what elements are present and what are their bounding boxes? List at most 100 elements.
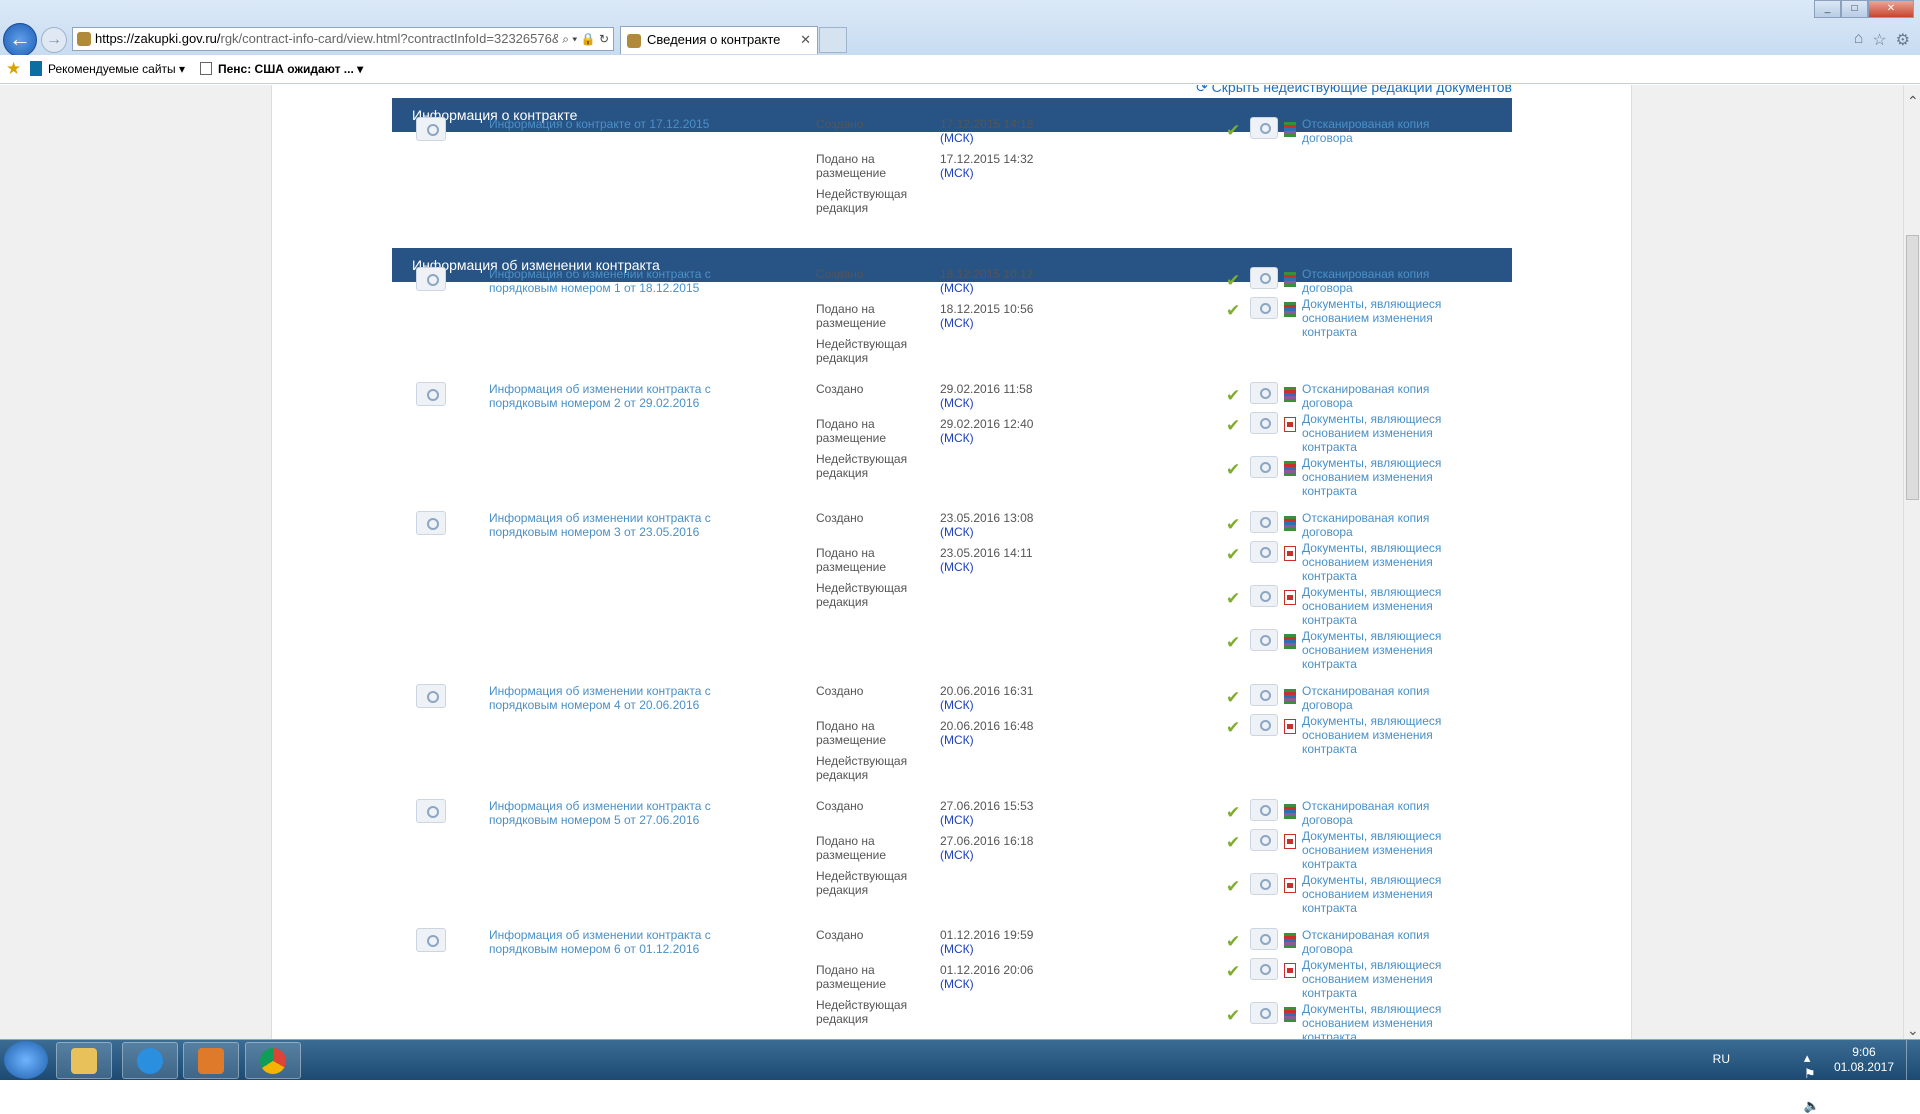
signature-icon[interactable]: [1250, 958, 1278, 980]
record-meta-labels: Создано Подано на размещение Недействующая…: [816, 382, 921, 487]
record-title-link[interactable]: Информация об изменении контракта с поря…: [489, 928, 729, 956]
minimize-button[interactable]: _: [1814, 0, 1841, 18]
signature-icon[interactable]: [1250, 412, 1278, 434]
created-datetime: 20.06.2016 16:31 (МСК): [940, 684, 1090, 719]
created-label: Создано: [816, 267, 864, 281]
maximize-button[interactable]: □: [1841, 0, 1868, 18]
record-title-link[interactable]: Информация об изменении контракта с поря…: [489, 799, 729, 827]
document-link[interactable]: Документы, являющиеся основанием изменен…: [1302, 297, 1452, 339]
timezone-msk: (МСК): [940, 848, 974, 862]
signature-icon[interactable]: [1250, 267, 1278, 289]
document-link[interactable]: Документы, являющиеся основанием изменен…: [1302, 873, 1452, 915]
document-link[interactable]: Документы, являющиеся основанием изменен…: [1302, 958, 1452, 1000]
tab-contract-info[interactable]: Сведения о контракте ✕: [620, 26, 818, 54]
document-link[interactable]: Документы, являющиеся основанием изменен…: [1302, 629, 1452, 671]
signature-icon[interactable]: [1250, 297, 1278, 319]
document-link[interactable]: Отсканированая копия договора: [1302, 382, 1452, 410]
taskbar-ie[interactable]: [122, 1042, 178, 1079]
settings-gear-icon[interactable]: ⚙: [1896, 30, 1910, 50]
created-label: Создано: [816, 511, 864, 525]
document-link[interactable]: Документы, являющиеся основанием изменен…: [1302, 541, 1452, 583]
archive-file-icon: [1284, 461, 1296, 476]
record-title-link[interactable]: Информация о контракте от 17.12.2015: [489, 117, 729, 131]
archive-file-icon: [1284, 689, 1296, 704]
signature-icon[interactable]: [1250, 714, 1278, 736]
record-seal-icon[interactable]: [416, 267, 446, 291]
record-title-link[interactable]: Информация об изменении контракта с поря…: [489, 382, 729, 410]
signature-icon[interactable]: [1250, 382, 1278, 404]
address-tools-icons[interactable]: ⌕ ▾ 🔒 ↻: [558, 28, 609, 50]
favorites-star-icon[interactable]: ★: [6, 55, 21, 83]
document-link[interactable]: Отсканированая копия договора: [1302, 928, 1452, 956]
page-icon: [200, 62, 212, 75]
timezone-msk: (МСК): [940, 560, 974, 574]
close-window-button[interactable]: ✕: [1868, 0, 1914, 18]
language-indicator[interactable]: RU: [1713, 1052, 1730, 1066]
document-link[interactable]: Документы, являющиеся основанием изменен…: [1302, 412, 1452, 454]
tray-icons[interactable]: ▴ ⚑ ▭ 🔈: [1804, 1050, 1820, 1114]
record-seal-icon[interactable]: [416, 511, 446, 535]
document-link[interactable]: Документы, являющиеся основанием изменен…: [1302, 829, 1452, 871]
record-seal-icon[interactable]: [416, 684, 446, 708]
document-link[interactable]: Отсканированая копия договора: [1302, 267, 1452, 295]
record-title-link[interactable]: Информация об изменении контракта с поря…: [489, 267, 729, 295]
document-link[interactable]: Документы, являющиеся основанием изменен…: [1302, 1002, 1452, 1039]
taskbar-chrome[interactable]: [245, 1042, 301, 1079]
show-desktop-button[interactable]: [1906, 1040, 1920, 1081]
signature-icon[interactable]: [1250, 829, 1278, 851]
signature-icon[interactable]: [1250, 541, 1278, 563]
scroll-up-icon[interactable]: ⌃: [1907, 93, 1919, 110]
page-scrollbar[interactable]: ⌃ ⌄: [1903, 85, 1920, 1039]
record-seal-icon[interactable]: [416, 928, 446, 952]
clock[interactable]: 9:06 01.08.2017: [1834, 1045, 1894, 1075]
signature-icon[interactable]: [1250, 511, 1278, 533]
record-meta-labels: Создано Подано на размещение Недействующая…: [816, 928, 921, 1033]
created-datetime: 17.12.2015 14:18 (МСК): [940, 117, 1090, 152]
signature-icon[interactable]: [1250, 928, 1278, 950]
signed-check-icon: ✔: [1226, 301, 1241, 320]
record-seal-icon[interactable]: [416, 799, 446, 823]
back-button[interactable]: ←: [3, 23, 37, 57]
signature-icon[interactable]: [1250, 117, 1278, 139]
signature-icon[interactable]: [1250, 799, 1278, 821]
signature-icon[interactable]: [1250, 456, 1278, 478]
document-link[interactable]: Документы, являющиеся основанием изменен…: [1302, 456, 1452, 498]
start-button[interactable]: [4, 1041, 48, 1079]
document-link[interactable]: Отсканированая копия договора: [1302, 511, 1452, 539]
document-link[interactable]: Отсканированая копия договора: [1302, 799, 1452, 827]
tab-close-icon[interactable]: ✕: [800, 27, 811, 53]
taskbar-media[interactable]: [183, 1042, 239, 1079]
signature-icon[interactable]: [1250, 585, 1278, 607]
attached-document: ✔ Документы, являющиеся основанием измене…: [1226, 412, 1526, 454]
document-link[interactable]: Документы, являющиеся основанием изменен…: [1302, 585, 1452, 627]
scroll-down-icon[interactable]: ⌄: [1907, 1022, 1919, 1039]
new-tab-button[interactable]: [819, 27, 847, 53]
forward-button[interactable]: →: [41, 27, 67, 53]
favorites-star-icon[interactable]: ☆: [1872, 30, 1886, 50]
taskbar-explorer[interactable]: [56, 1042, 112, 1079]
signature-icon[interactable]: [1250, 684, 1278, 706]
created-date: 17.12.2015 14:18: [940, 117, 1034, 131]
favorite-recommended-sites[interactable]: Рекомендуемые сайты ▾: [30, 55, 185, 83]
home-icon[interactable]: ⌂: [1854, 30, 1864, 50]
address-bar[interactable]: https://zakupki.gov.ru/rgk/contract-info…: [72, 27, 614, 51]
page-viewport: ⟳ Скрыть недействующие редакции документ…: [0, 85, 1920, 1039]
document-link[interactable]: Отсканированая копия договора: [1302, 684, 1452, 712]
timezone-msk: (МСК): [940, 131, 974, 145]
hide-inactive-link[interactable]: ⟳ Скрыть недействующие редакции документ…: [1196, 85, 1512, 96]
record-title-link[interactable]: Информация об изменении контракта с поря…: [489, 684, 729, 712]
signature-icon[interactable]: [1250, 1002, 1278, 1024]
record-seal-icon[interactable]: [416, 382, 446, 406]
tab-favicon-icon: [627, 34, 641, 48]
scroll-thumb[interactable]: [1906, 235, 1919, 500]
archive-file-icon: [1284, 516, 1296, 531]
document-link[interactable]: Отсканированая копия договора: [1302, 117, 1452, 145]
created-date: 29.02.2016 11:58: [940, 382, 1033, 396]
document-link[interactable]: Документы, являющиеся основанием изменен…: [1302, 714, 1452, 756]
record-title-link[interactable]: Информация об изменении контракта с поря…: [489, 511, 729, 539]
favorite-news-item[interactable]: Пенс: США ожидают ... ▾: [200, 55, 363, 83]
browser-right-tools: ⌂ ☆ ⚙: [1854, 30, 1910, 50]
signature-icon[interactable]: [1250, 873, 1278, 895]
record-seal-icon[interactable]: [416, 117, 446, 141]
signature-icon[interactable]: [1250, 629, 1278, 651]
